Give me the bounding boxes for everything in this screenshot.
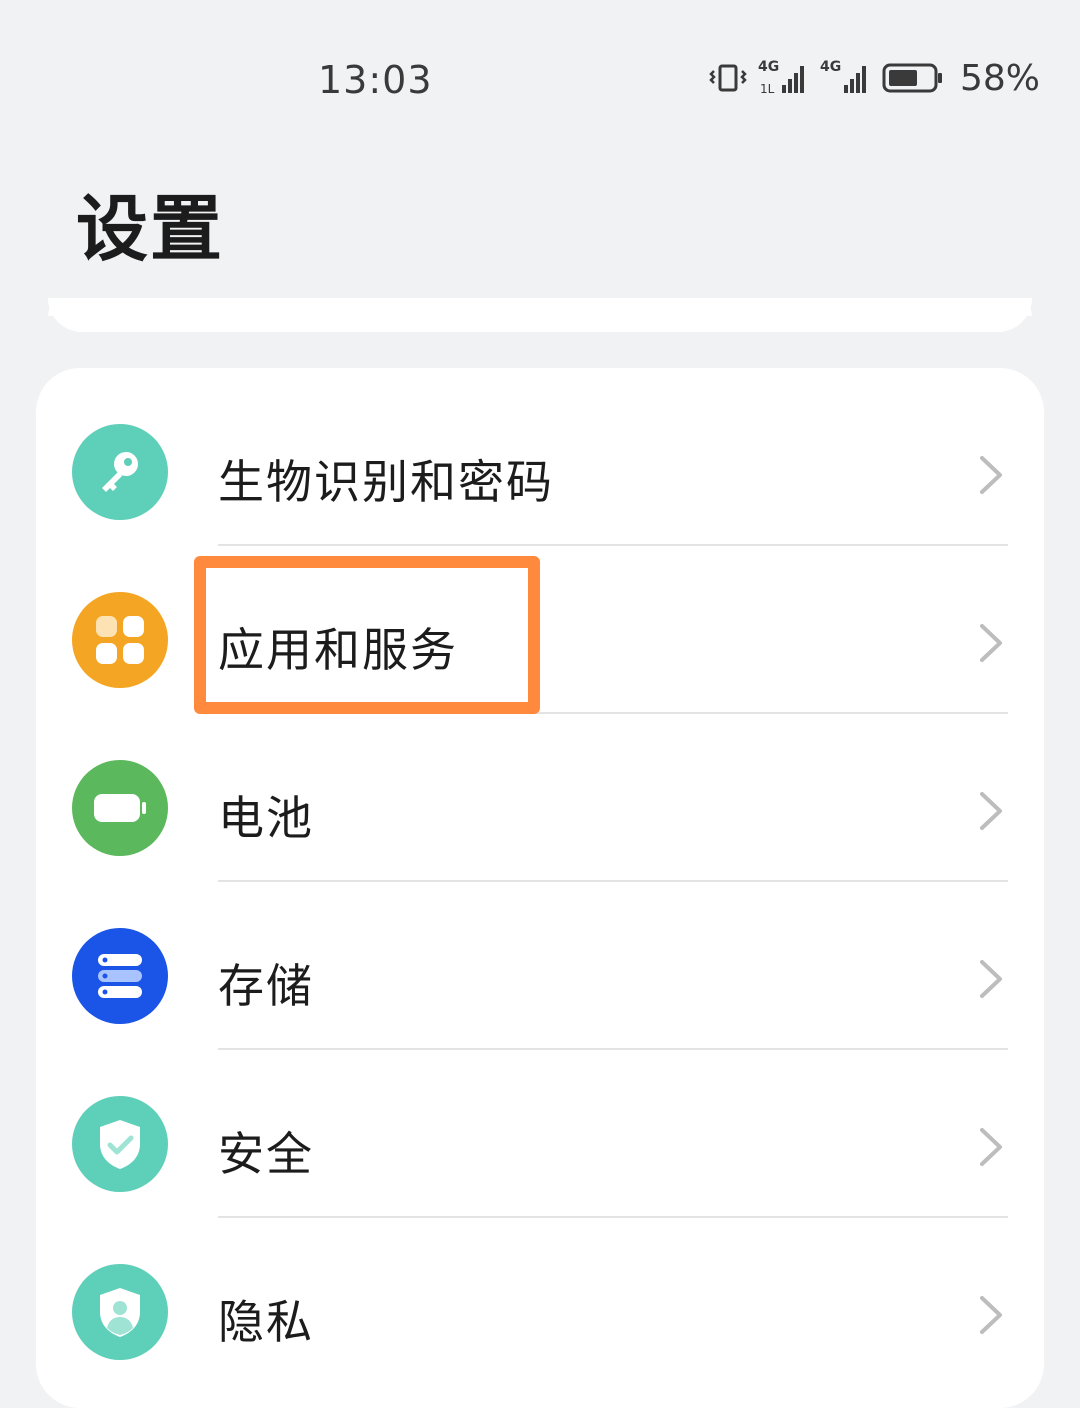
chevron-right-icon — [980, 456, 1002, 494]
chevron-right-icon — [980, 1296, 1002, 1334]
storage-icon — [72, 928, 168, 1024]
svg-text:1L: 1L — [760, 82, 775, 95]
settings-item-security[interactable]: 安全 — [36, 1050, 1044, 1218]
settings-item-apps-services[interactable]: 应用和服务 — [36, 546, 1044, 714]
page-title: 设置 — [76, 187, 225, 271]
key-icon — [72, 424, 168, 520]
chevron-right-icon — [980, 624, 1002, 662]
settings-item-biometrics[interactable]: 生物识别和密码 — [36, 378, 1044, 546]
status-time: 13:03 — [318, 58, 433, 102]
chevron-right-icon — [980, 1128, 1002, 1166]
battery-percent: 58% — [959, 57, 1040, 99]
battery-icon — [72, 760, 168, 856]
chevron-right-icon — [980, 792, 1002, 830]
settings-item-privacy[interactable]: 隐私 — [36, 1218, 1044, 1386]
chevron-right-icon — [980, 960, 1002, 998]
privacy-shield-icon — [72, 1264, 168, 1360]
settings-item-label: 隐私 — [218, 1295, 314, 1349]
settings-item-label: 电池 — [218, 791, 314, 845]
signal-4g-icon: 4G — [820, 59, 872, 95]
search-card-peek[interactable] — [48, 298, 1032, 332]
settings-item-label: 安全 — [218, 1127, 314, 1181]
battery-icon — [882, 63, 942, 93]
apps-grid-icon — [72, 592, 168, 688]
settings-item-label: 存储 — [218, 959, 314, 1013]
signal-4g-icon: 4G 1L — [758, 59, 810, 95]
shield-check-icon — [72, 1096, 168, 1192]
vibrate-icon — [709, 64, 747, 92]
highlight-annotation-box — [194, 556, 540, 714]
status-bar: 13:03 4G 1L 4G 58% — [0, 0, 1080, 150]
settings-item-storage[interactable]: 存储 — [36, 882, 1044, 1050]
settings-card: 生物识别和密码 应用和服务 电池 存储 安全 隐私 — [36, 368, 1044, 1408]
status-icons: 4G 1L 4G 58% — [708, 56, 1040, 100]
settings-item-label: 生物识别和密码 — [218, 455, 554, 509]
settings-item-battery[interactable]: 电池 — [36, 714, 1044, 882]
